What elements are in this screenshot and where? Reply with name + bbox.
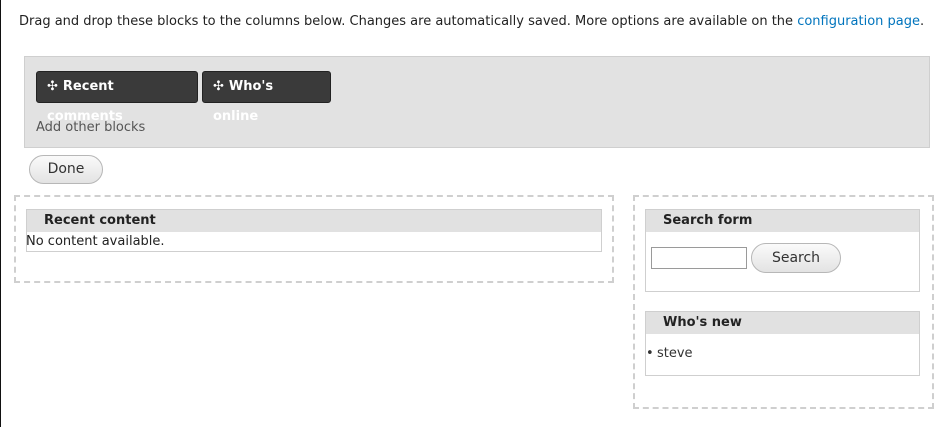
instructions-period: . xyxy=(920,14,925,29)
left-column-region[interactable]: Recent content No content available. xyxy=(14,195,614,283)
move-icon: ✣ xyxy=(47,79,58,94)
search-button[interactable]: Search xyxy=(751,243,841,273)
recent-content-block[interactable]: Recent content No content available. xyxy=(26,209,602,252)
tray-block-whos-online[interactable]: ✣ Who's online xyxy=(202,71,331,124)
instructions-text: Drag and drop these blocks to the column… xyxy=(19,14,924,29)
whos-new-list: steve xyxy=(646,346,919,361)
add-other-blocks-link[interactable]: Add other blocks xyxy=(36,120,145,135)
block-content: No content available. xyxy=(26,234,165,249)
whos-new-block[interactable]: Who's new steve xyxy=(645,311,920,376)
configuration-page-link[interactable]: configuration page xyxy=(797,14,920,29)
block-tray: ✣ Recent comments ✣ Who's online Add other… xyxy=(24,56,930,148)
right-column-region[interactable]: Search form Search Who's new steve xyxy=(633,195,934,409)
instructions-body: Drag and drop these blocks to the column… xyxy=(19,14,794,29)
block-title: Search form xyxy=(646,210,919,232)
done-button[interactable]: Done xyxy=(29,155,103,184)
move-icon: ✣ xyxy=(213,79,224,94)
search-form-block[interactable]: Search form Search xyxy=(645,209,920,292)
user-link[interactable]: steve xyxy=(646,346,919,361)
block-title: Who's new xyxy=(646,312,919,334)
block-title: Recent content xyxy=(27,210,601,232)
search-input[interactable] xyxy=(651,247,747,269)
tray-block-recent-comments[interactable]: ✣ Recent comments xyxy=(36,71,198,124)
tray-block-label: Recent comments xyxy=(47,79,123,124)
